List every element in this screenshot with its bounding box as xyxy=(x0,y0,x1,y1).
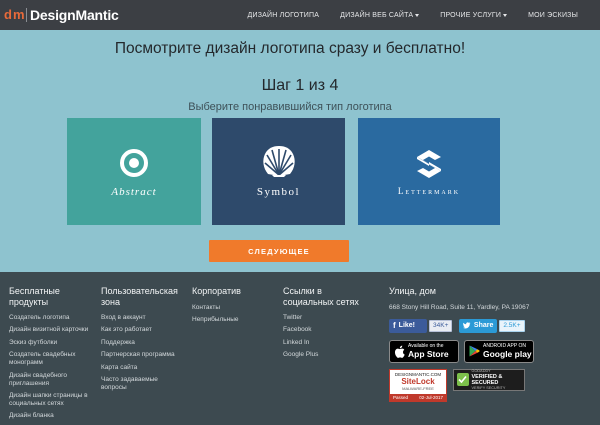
google-play-big: Google play xyxy=(483,349,532,359)
twitter-share[interactable]: Share 2.5K+ xyxy=(459,318,525,333)
next-button[interactable]: СЛЕДУЮЩЕЕ xyxy=(209,240,349,262)
security-badges: DESIGNMANTIC.COM SiteLock MALWARE-FREE P… xyxy=(389,368,589,402)
card-label: Abstract xyxy=(111,186,157,198)
footer-link[interactable]: Дизайн шапки страницы в социальных сетях xyxy=(9,392,91,408)
twitter-count: 2.5K+ xyxy=(499,319,525,332)
footer-link[interactable]: Дизайн бланка xyxy=(9,412,91,420)
godaddy-big: VERIFIED & SECURED xyxy=(471,373,503,386)
footer-link[interactable]: Часто задаваемые вопросы xyxy=(101,376,183,392)
nav-link-label: ДИЗАЙН ЛОГОТИПА xyxy=(247,11,320,19)
shell-icon xyxy=(262,146,295,177)
footer-col-title: Бесплатные продукты xyxy=(9,286,60,307)
footer-col-title: Корпоратив xyxy=(192,286,241,296)
twitter-share-button[interactable]: Share xyxy=(459,318,498,333)
nav-links: ДИЗАЙН ЛОГОТИПА ДИЗАЙН ВЕБ САЙТА ПРОЧИЕ … xyxy=(248,0,578,30)
app-store-badge[interactable]: Available on the App Store xyxy=(389,339,459,363)
footer-col-free-products: Бесплатные продукты Создатель логотипа Д… xyxy=(9,286,91,425)
facebook-like[interactable]: f Like! 34K+ xyxy=(389,318,453,333)
step-of: из xyxy=(308,77,326,94)
nav-link-my-sketches[interactable]: МОИ ЭСКИЗЫ xyxy=(528,12,578,19)
sitelock-passed: Passed xyxy=(393,394,409,400)
nav-link-label: ДИЗАЙН ВЕБ САЙТА xyxy=(340,11,414,19)
nav-link-logo-design[interactable]: ДИЗАЙН ЛОГОТИПА xyxy=(248,12,320,19)
sitelock-domain: DESIGNMANTIC.COM xyxy=(394,371,442,377)
footer-link-twitter[interactable]: Twitter xyxy=(283,314,373,322)
caret-down-icon xyxy=(415,13,420,17)
godaddy-verified-badge[interactable]: GODADDY VERIFIED & SECURED VERIFY SECURI… xyxy=(453,368,525,391)
abstract-ring-icon xyxy=(120,149,148,177)
footer-col-corporate: Корпоратив Контакты Неприбыльные xyxy=(192,286,274,328)
footer-link[interactable]: Создатель свадебных монограмм xyxy=(9,351,91,367)
footer-link[interactable]: Контакты xyxy=(192,304,274,312)
nav-link-label: ПРОЧИЕ УСЛУГИ xyxy=(440,11,502,19)
footer-col-title: Пользовательская зона xyxy=(101,286,178,307)
lock-check-icon xyxy=(457,373,469,386)
app-store-big: App Store xyxy=(408,349,449,359)
nav-link-label: МОИ ЭСКИЗЫ xyxy=(528,11,578,19)
card-symbol[interactable]: Symbol xyxy=(212,118,345,225)
footer-link-googleplus[interactable]: Google Plus xyxy=(283,351,373,359)
sitelock-sub: MALWARE-FREE xyxy=(402,385,434,391)
footer-link[interactable]: Как это работает xyxy=(101,326,183,334)
logo-mark-icon: d m xyxy=(4,7,25,23)
godaddy-verify: VERIFY SECURITY xyxy=(471,385,506,390)
apple-icon xyxy=(394,345,405,358)
google-play-badge[interactable]: ANDROID APP ON Google play xyxy=(464,339,534,363)
logo-text: DesignMantic xyxy=(30,7,119,23)
card-lettermark[interactable]: Lettermark xyxy=(358,118,500,225)
sitelock-date: 02-Jul-2017 xyxy=(419,394,443,400)
footer-link[interactable]: Партнерская программа xyxy=(101,351,183,359)
card-label: Symbol xyxy=(256,186,301,198)
footer-col-title: Улица, дом xyxy=(389,286,436,296)
footer-link[interactable]: Дизайн визитной карточки xyxy=(9,326,91,334)
card-label: Lettermark xyxy=(397,186,461,196)
step-current: 1 xyxy=(295,77,305,94)
logo-mark-d: d xyxy=(4,7,12,22)
twitter-share-label: Share xyxy=(473,322,494,329)
footer-link-linkedin[interactable]: Linked In xyxy=(283,339,373,347)
footer-col-social-links: Ссылки в социальных сетях Twitter Facebo… xyxy=(283,286,373,364)
logo-type-cards: Abstract Symbol Lettermark xyxy=(67,118,500,225)
footer-col-address: Улица, дом 668 Stony Hill Road, Suite 11… xyxy=(389,286,589,402)
footer-link[interactable]: Неприбыльные xyxy=(192,316,274,324)
sitelock-status-bar: Passed 02-Jul-2017 xyxy=(390,393,446,401)
company-address: 668 Stony Hill Road, Suite 11, Yardley, … xyxy=(389,303,530,311)
facebook-like-label: Like! xyxy=(398,322,416,329)
google-play-icon xyxy=(469,345,480,357)
nav-link-other-services[interactable]: ПРОЧИЕ УСЛУГИ xyxy=(440,11,508,19)
footer-link[interactable]: Карта сайта xyxy=(101,364,183,372)
page-headline: Посмотрите дизайн логотипа сразу и беспл… xyxy=(114,40,466,57)
sitelock-brand: SiteLock xyxy=(401,376,435,386)
footer-link[interactable]: Создатель логотипа xyxy=(9,314,91,322)
footer-link[interactable]: Дизайн свадебного приглашения xyxy=(9,372,91,388)
footer-link[interactable]: Вход в аккаунт xyxy=(101,314,183,322)
caret-down-icon xyxy=(503,13,508,17)
top-nav: d m DesignMantic ДИЗАЙН ЛОГОТИПА ДИЗАЙН … xyxy=(0,0,600,30)
sitelock-badge[interactable]: DESIGNMANTIC.COM SiteLock MALWARE-FREE P… xyxy=(389,368,447,402)
facebook-like-button[interactable]: f Like! xyxy=(389,318,427,333)
step-subtitle: Выберите понравившийся тип логотипа xyxy=(188,101,392,113)
card-abstract[interactable]: Abstract xyxy=(67,118,201,225)
footer: Бесплатные продукты Создатель логотипа Д… xyxy=(0,272,600,425)
step-indicator: Шаг 1 из 4 xyxy=(0,77,600,95)
footer-col-user-zone: Пользовательская зона Вход в аккаунт Как… xyxy=(101,286,183,396)
letter-s-icon xyxy=(417,150,441,178)
twitter-bird-icon xyxy=(463,322,471,329)
logo-divider xyxy=(26,8,27,22)
step-word: Шаг xyxy=(261,77,291,94)
site-logo[interactable]: d m DesignMantic xyxy=(4,6,119,24)
step-total: 4 xyxy=(329,77,339,94)
nav-link-website-design[interactable]: ДИЗАЙН ВЕБ САЙТА xyxy=(340,11,420,19)
social-buttons: f Like! 34K+ Share 2.5K+ xyxy=(389,318,589,333)
footer-link[interactable]: Поддержка xyxy=(101,339,183,347)
footer-link[interactable]: Эскиз футболки xyxy=(9,339,91,347)
app-store-badges: Available on the App Store ANDROID APP O… xyxy=(389,339,589,363)
footer-col-title: Ссылки в социальных сетях xyxy=(283,286,359,307)
footer-link-facebook[interactable]: Facebook xyxy=(283,326,373,334)
logo-mark-m: m xyxy=(13,7,25,22)
facebook-count: 34K+ xyxy=(429,319,453,332)
facebook-icon: f xyxy=(393,321,396,330)
